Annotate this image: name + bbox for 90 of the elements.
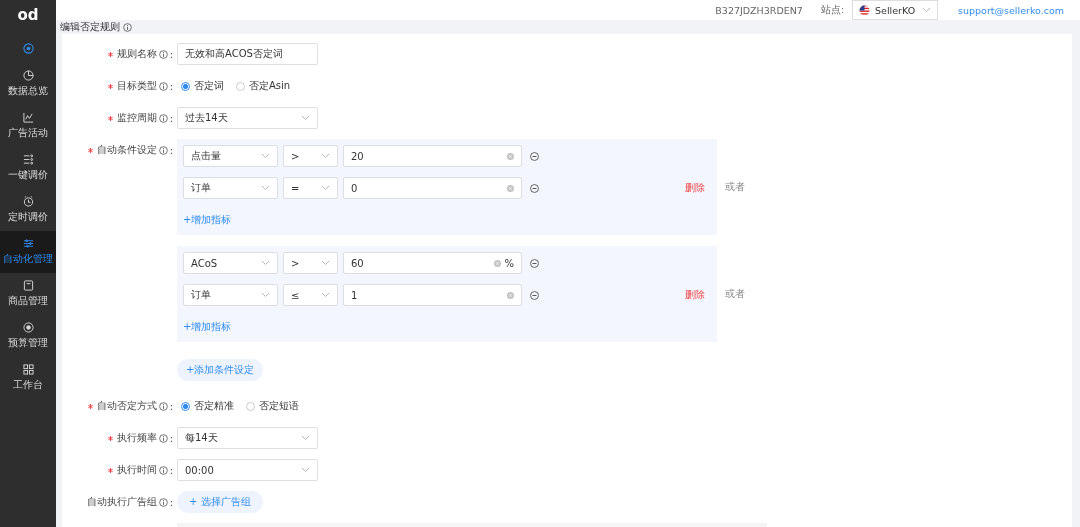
field-label: 自动否定方式 [96,399,157,413]
chevron-down-icon [321,153,330,159]
nav-item[interactable]: 数据总览 [0,63,56,105]
operator-select[interactable]: > [283,145,338,167]
label-colon: : [169,464,173,476]
info-icon [158,497,168,507]
metric-select[interactable]: 订单 [183,284,278,306]
nav-item[interactable]: 自动化管理 [0,231,56,273]
clock-icon [22,196,34,207]
info-icon [158,433,168,443]
nav-item[interactable]: 广告活动 [0,105,56,147]
remove-icon[interactable] [530,183,539,193]
target-icon [22,322,34,333]
label-colon: : [169,496,173,508]
label-colon: : [169,400,173,412]
logo: od [17,5,39,25]
field-label: 执行时间 [116,463,157,477]
bag-icon [22,280,34,291]
nav-item[interactable]: 一键调价 [0,147,56,189]
or-label: 或者 [725,180,745,194]
radio-option[interactable]: 否定精准 [181,399,234,413]
chevron-down-icon [261,153,270,159]
chevron-down-icon [321,185,330,191]
or-label: 或者 [725,287,745,301]
chevron-down-icon [321,292,330,298]
field-label: 执行频率 [116,431,157,445]
value-field[interactable]: 60 % [343,252,522,274]
info-icon [158,113,168,123]
delete-link[interactable]: 删除 [685,181,705,195]
field-label: 自动条件设定 [96,143,157,157]
value-field[interactable]: 0 [343,177,522,199]
operator-select[interactable]: > [283,252,338,274]
field-label: 目标类型 [116,79,157,93]
site-label: 站点: [820,3,845,17]
info-icon [158,145,168,155]
operator-select[interactable]: ≤ [283,284,338,306]
add-circle-icon[interactable] [22,43,34,54]
chevron-down-icon [321,260,330,266]
label-colon: : [169,48,173,60]
chevron-down-icon [261,185,270,191]
metric-select[interactable]: ACoS [183,252,278,274]
support-link[interactable]: support@sellerko.com [958,4,1064,16]
nav-item[interactable]: 商品管理 [0,273,56,315]
nav-item[interactable]: 定时调价 [0,189,56,231]
chevron-down-icon [261,260,270,266]
chevron-down-icon [301,467,310,473]
value-field[interactable]: 20 [343,145,522,167]
label-colon: : [169,144,173,156]
sliders-icon [22,154,34,165]
select-field[interactable]: 每14天 [177,427,318,449]
unit-label: % [504,257,514,269]
metric-select[interactable]: 订单 [183,177,278,199]
radio-option[interactable]: 否定短语 [246,399,299,413]
label-colon: : [169,80,173,92]
grid-icon [22,364,34,375]
name-field[interactable]: 无效和高ACOS否定词 [177,43,318,65]
field-label: 自动执行广告组 [86,495,157,509]
radio-option[interactable]: 否定Asin [236,79,291,93]
info-icon [158,401,168,411]
chevron-down-icon [301,435,310,441]
info-icon [158,465,168,475]
remove-icon[interactable] [530,151,539,161]
nav-item[interactable]: 工作台 [0,357,56,399]
tune-icon [22,238,34,249]
field-label: 规则名称 [116,47,157,61]
pie-icon [22,70,34,81]
info-icon [158,49,168,59]
site-select[interactable]: SellerKO [852,0,939,20]
info-icon [158,81,168,91]
remove-icon[interactable] [530,290,539,300]
radio-option[interactable]: 否定词 [181,79,224,93]
chevron-down-icon [301,115,310,121]
remove-icon[interactable] [530,258,539,268]
nav-item[interactable]: 预算管理 [0,315,56,357]
select-field[interactable]: 00:00 [177,459,318,481]
page-title: 编辑否定规则 [60,20,120,34]
select-field[interactable]: 过去14天 [177,107,318,129]
label-colon: : [169,432,173,444]
info-icon [123,22,132,32]
label-colon: : [169,112,173,124]
value-field[interactable]: 1 [343,284,522,306]
field-label: 监控周期 [116,111,157,125]
account-id: B327JDZH3RDEN7 [715,4,803,16]
flag-icon [859,4,871,16]
chart-icon [22,112,34,123]
delete-link[interactable]: 删除 [685,288,705,302]
operator-select[interactable]: = [283,177,338,199]
chevron-down-icon [261,292,270,298]
metric-select[interactable]: 点击量 [183,145,278,167]
chevron-down-icon [922,7,932,13]
